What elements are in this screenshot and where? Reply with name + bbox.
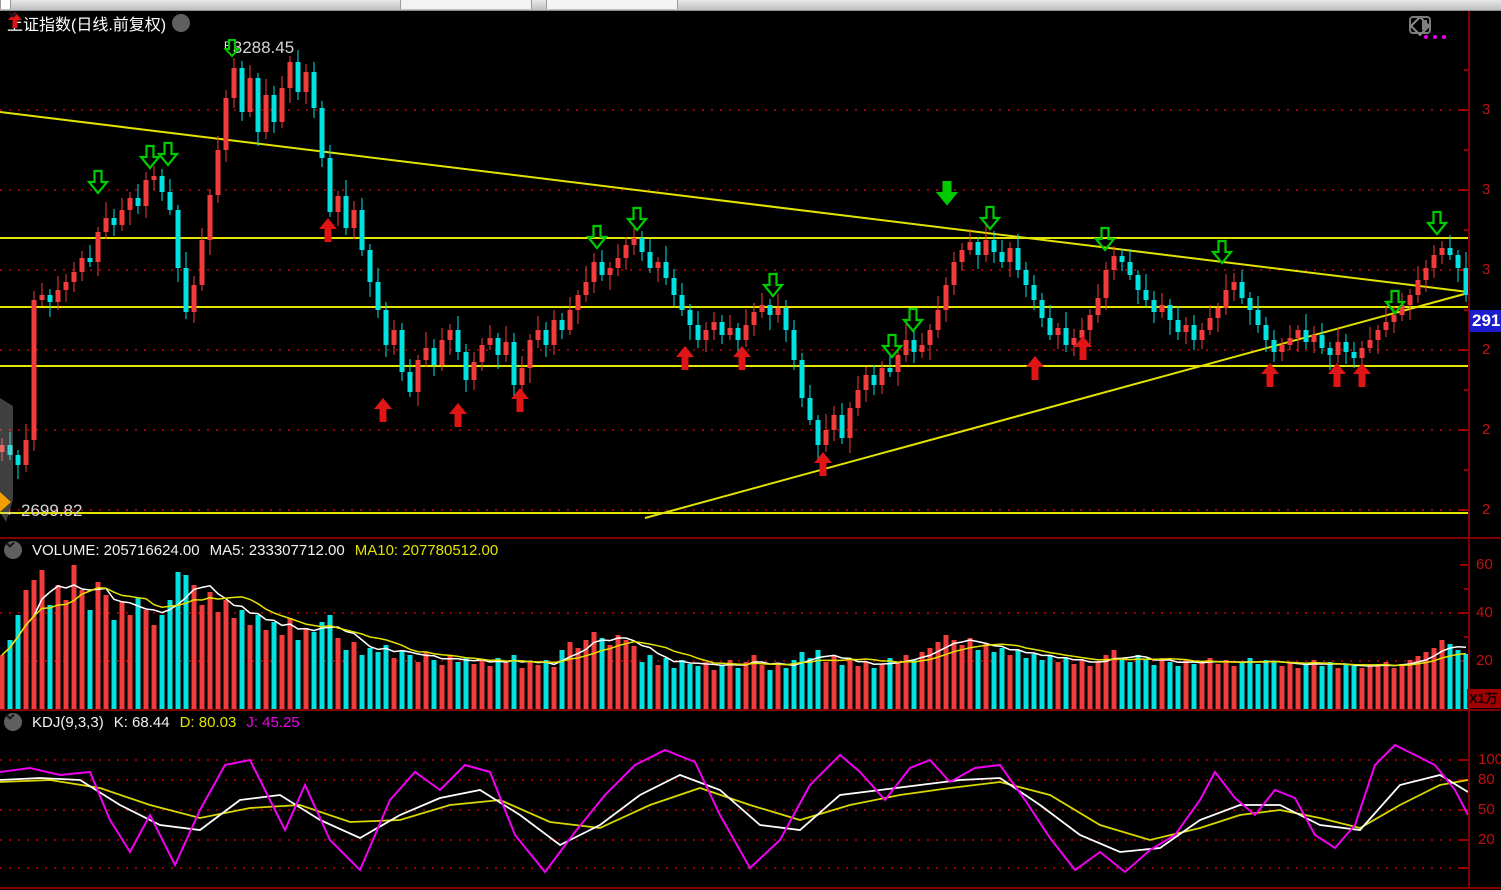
panel-layout-icon[interactable] [1408, 14, 1432, 36]
axis-label: 3 [1482, 181, 1490, 198]
low-price-value: 2699.82 [21, 501, 82, 520]
low-price-label: ←2699.82 [4, 501, 82, 521]
peak-price-label: F 3288.45 [224, 38, 294, 58]
axis-label: 20 [1476, 652, 1493, 669]
chart-title-row: 上证指数(日线.前复权) [7, 11, 190, 35]
app-window: 上证指数(日线.前复权) F 3288.45 ←2699.82 VOLUME: … [0, 0, 1501, 890]
volume-multiplier-tag: X1万 [1467, 689, 1501, 708]
window-top-strip [0, 0, 1501, 11]
collapse-main-button[interactable] [172, 14, 190, 32]
axis-label: 3 [1482, 101, 1490, 118]
volume-header: VOLUME: 205716624.00 MA5: 233307712.00 M… [4, 541, 498, 559]
volume-ma5-value: MA5: 233307712.00 [210, 542, 345, 559]
green-down-arrow-icon [224, 38, 240, 58]
axis-label: 2 [1482, 501, 1490, 518]
axis-label: 2 [1482, 421, 1490, 438]
left-arrow-glyph: ← [4, 501, 21, 520]
kdj-d-value: D: 80.03 [180, 714, 237, 731]
collapse-kdj-button[interactable] [4, 713, 22, 731]
collapse-volume-button[interactable] [4, 541, 22, 559]
kdj-header: KDJ(9,3,3) K: 68.44 D: 80.03 J: 45.25 [4, 713, 300, 731]
axis-label: 50 [1478, 801, 1495, 818]
magenta-dots-indicator [1424, 35, 1446, 39]
chart-canvas[interactable] [0, 0, 1501, 890]
chart-graphics [0, 0, 1501, 890]
volume-ma10-value: MA10: 207780512.00 [355, 542, 498, 559]
chevron-down-icon [4, 713, 16, 721]
kdj-label: KDJ(9,3,3) [32, 714, 104, 731]
current-price-tag: 291 [1469, 310, 1501, 332]
kdj-j-value: J: 45.25 [246, 714, 299, 731]
strip-segment [0, 0, 11, 9]
volume-value: VOLUME: 205716624.00 [32, 542, 200, 559]
axis-label: 3 [1482, 261, 1490, 278]
chevron-down-icon [4, 541, 16, 549]
peak-price-value: 3288.45 [233, 38, 294, 58]
axis-label: 100 [1478, 751, 1501, 768]
axis-label: 40 [1476, 604, 1493, 621]
axis-label: 80 [1478, 771, 1495, 788]
page-title: 上证指数(日线.前复权) [7, 11, 166, 35]
chevron-down-icon [7, 11, 19, 19]
axis-label: 20 [1478, 831, 1495, 848]
kdj-k-value: K: 68.44 [114, 714, 170, 731]
axis-label: 60 [1476, 556, 1493, 573]
axis-label: 2 [1482, 341, 1490, 358]
strip-segment [400, 0, 532, 9]
strip-segment [546, 0, 678, 9]
